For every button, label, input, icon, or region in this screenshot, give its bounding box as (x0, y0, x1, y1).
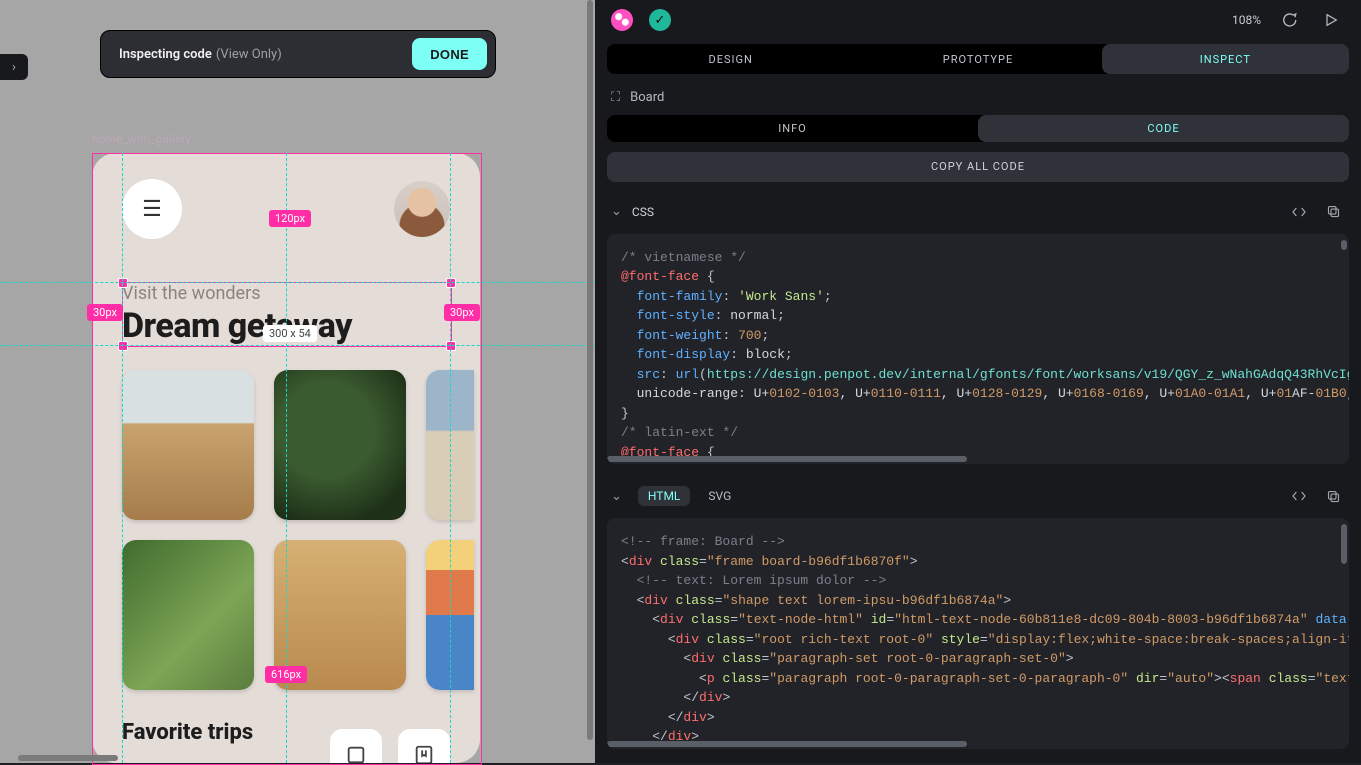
tab-prototype[interactable]: PROTOTYPE (854, 44, 1101, 73)
avatar (394, 181, 450, 237)
pill-svg[interactable]: SVG (698, 486, 741, 506)
tab-design[interactable]: DESIGN (607, 44, 854, 73)
code-scrollbar-vertical[interactable] (1341, 524, 1347, 564)
frame-label[interactable]: home_with_gallery (92, 132, 191, 146)
chevron-right-icon: › (12, 60, 16, 75)
tab-inspect[interactable]: INSPECT (1102, 44, 1349, 73)
main-tabs: DESIGN PROTOTYPE INSPECT (607, 44, 1349, 73)
code-brackets-icon[interactable] (1287, 484, 1311, 508)
comments-icon[interactable] (1275, 6, 1303, 34)
app-logo[interactable] (611, 9, 633, 31)
chevron-down-icon (611, 489, 622, 504)
css-section-title: CSS (632, 205, 654, 219)
gallery-tile (122, 540, 254, 690)
css-section-header[interactable]: CSS (595, 194, 1361, 230)
code-scrollbar-vertical[interactable] (1341, 240, 1347, 250)
inspect-banner: Inspecting code (View Only) DONE (100, 30, 496, 78)
copy-icon[interactable] (1321, 484, 1345, 508)
gallery-tile (274, 540, 406, 690)
play-icon[interactable] (1317, 6, 1345, 34)
html-code-block[interactable]: <!-- frame: Board --> <div class="frame … (607, 518, 1349, 749)
canvas-scrollbar-horizontal[interactable] (18, 755, 118, 761)
code-brackets-icon[interactable] (1287, 200, 1311, 224)
code-scrollbar-horizontal[interactable] (607, 741, 967, 747)
list-view-icon (330, 729, 382, 763)
expand-panel-button[interactable]: › (0, 54, 28, 80)
breadcrumb: Board (595, 84, 1361, 115)
inspector-panel: ✓ 108% DESIGN PROTOTYPE INSPECT Board IN… (595, 0, 1361, 763)
copy-all-button[interactable]: COPY ALL CODE (607, 152, 1349, 181)
tab-code[interactable]: CODE (978, 115, 1349, 143)
frame-icon (611, 90, 620, 105)
gallery-tile (122, 370, 254, 520)
design-canvas[interactable]: › Inspecting code (View Only) DONE home_… (0, 0, 595, 763)
hamburger-icon: ☰ (142, 197, 162, 222)
code-scrollbar-horizontal[interactable] (607, 456, 967, 462)
banner-title: Inspecting code (119, 47, 212, 62)
bookmark-card-icon (398, 729, 450, 763)
app-title: Dream getaway (122, 306, 450, 346)
gallery-tile (274, 370, 406, 520)
gallery-tile (426, 370, 474, 520)
chevron-down-icon (611, 204, 622, 219)
inspector-topbar: ✓ 108% (595, 0, 1361, 40)
app-subtitle: Visit the wonders (122, 283, 450, 304)
zoom-level[interactable]: 108% (1232, 13, 1261, 27)
gallery (122, 370, 480, 690)
css-code-block[interactable]: /* vietnamese */ @font-face { font-famil… (607, 234, 1349, 465)
markup-language-pills: HTML SVG (638, 486, 741, 506)
done-button[interactable]: DONE (412, 38, 487, 70)
breadcrumb-item[interactable]: Board (630, 90, 664, 105)
html-section-header[interactable]: HTML SVG (595, 478, 1361, 514)
banner-subtitle: (View Only) (216, 47, 282, 62)
gallery-tile (426, 540, 474, 690)
tab-info[interactable]: INFO (607, 115, 978, 143)
inspect-subtabs: INFO CODE (607, 115, 1349, 143)
canvas-scrollbar-vertical[interactable] (587, 0, 593, 763)
sync-status-icon[interactable]: ✓ (649, 9, 671, 31)
pill-html[interactable]: HTML (638, 486, 691, 506)
copy-icon[interactable] (1321, 200, 1345, 224)
hamburger-button: ☰ (122, 179, 182, 239)
design-frame[interactable]: ☰ Visit the wonders Dream getaway Favori… (92, 153, 480, 763)
